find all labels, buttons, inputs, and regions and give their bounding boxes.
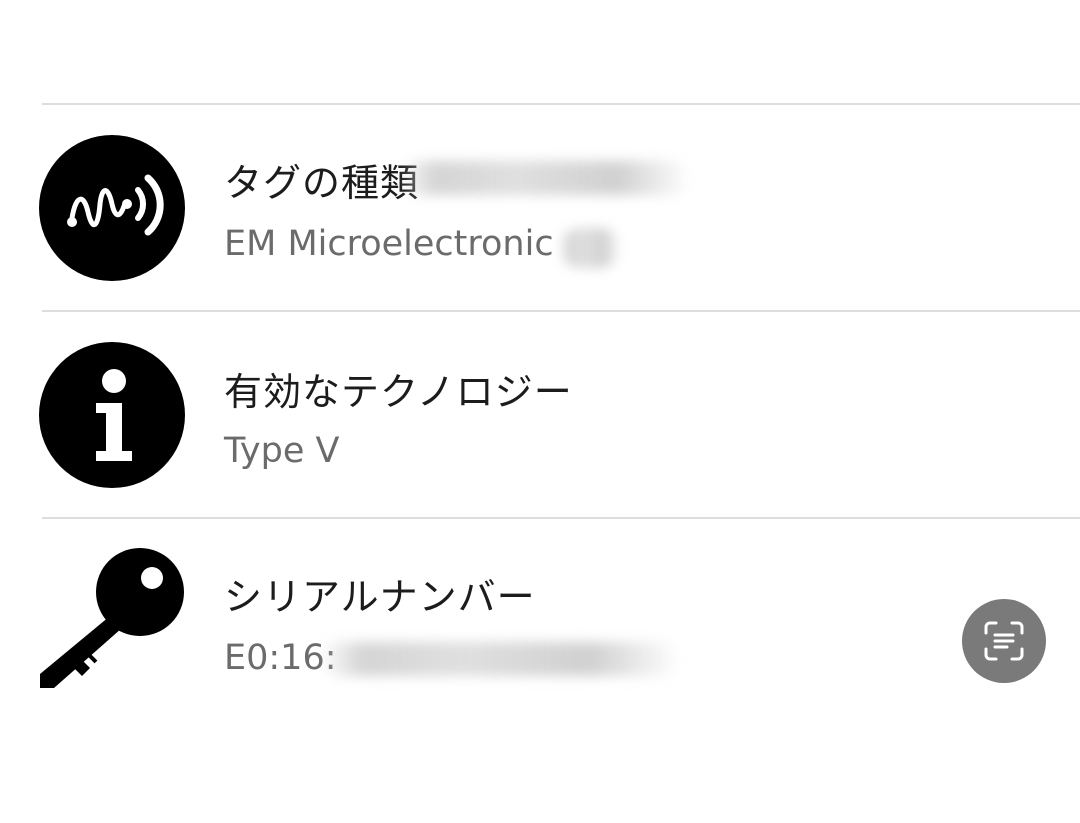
tag-info-screen: タグの種類 EM Microelectronic 有効なテクノロジー Type … xyxy=(0,0,1080,823)
redacted-blur xyxy=(400,161,690,195)
row-value: EM Microelectronic xyxy=(224,224,554,264)
row-title: シリアルナンバー xyxy=(224,575,536,619)
list-item-serial-number: シリアルナンバー E0:16: xyxy=(0,518,1080,724)
redacted-blur xyxy=(560,228,620,268)
row-value: Type V xyxy=(224,431,340,471)
list-item-tag-type: タグの種類 EM Microelectronic xyxy=(0,104,1080,310)
list-item-technology: 有効なテクノロジー Type V xyxy=(0,311,1080,517)
row-title: 有効なテクノロジー xyxy=(224,370,573,414)
redacted-blur xyxy=(320,642,680,676)
nfc-wave-icon xyxy=(38,134,186,282)
info-icon xyxy=(38,341,186,489)
live-text-button[interactable] xyxy=(962,599,1046,683)
row-title: タグの種類 xyxy=(224,161,420,205)
key-icon xyxy=(38,546,186,694)
live-text-scan-icon xyxy=(984,621,1024,661)
